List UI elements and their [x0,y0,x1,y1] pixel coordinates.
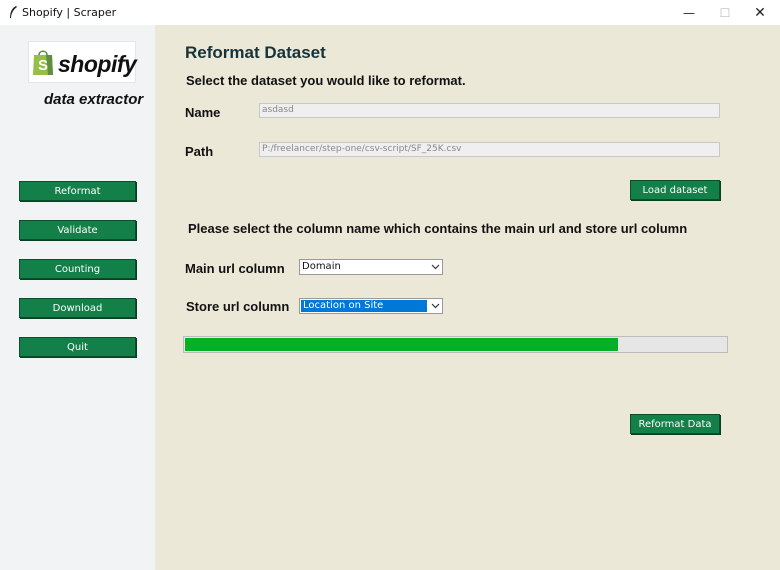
store-url-select[interactable]: Location on Site [299,298,443,314]
column-instruction: Please select the column name which cont… [188,221,688,236]
shopify-logo: S shopify [28,41,137,83]
store-url-label: Store url column [186,299,290,314]
store-url-value: Location on Site [301,300,427,312]
svg-text:S: S [38,57,48,74]
name-label: Name [185,105,221,120]
counting-button[interactable]: Counting [19,259,136,279]
page-title: Reformat Dataset [185,43,326,62]
logo-wordmark: shopify [58,51,137,77]
page-subtitle: Select the dataset you would like to ref… [186,73,466,88]
progress-bar [183,336,728,353]
reformat-data-button[interactable]: Reformat Data [630,414,720,434]
validate-button[interactable]: Validate [19,220,136,240]
minimize-button[interactable]: — [670,0,708,25]
feather-icon [10,6,17,18]
download-button[interactable]: Download [19,298,136,318]
name-field[interactable]: asdasd [259,103,720,118]
progress-fill [185,338,618,351]
shopify-bag-icon: S [33,50,53,75]
title-bar: Shopify | Scraper — ☐ ✕ [0,0,780,25]
chevron-down-icon [431,264,440,270]
main-url-select[interactable]: Domain [299,259,443,275]
path-field[interactable]: P:/freelancer/step-one/csv-script/SF_25K… [259,142,720,157]
sidebar: S shopify data extractor Reformat Valida… [0,25,155,570]
maximize-button[interactable]: ☐ [706,0,744,25]
main-url-label: Main url column [185,261,285,276]
chevron-down-icon [431,303,440,309]
reformat-button[interactable]: Reformat [19,181,136,201]
main-url-value: Domain [302,261,341,272]
load-dataset-button[interactable]: Load dataset [630,180,720,200]
main-panel: Reformat Dataset Select the dataset you … [155,25,780,570]
path-label: Path [185,144,214,159]
window-title: Shopify | Scraper [22,6,117,19]
close-button[interactable]: ✕ [741,0,779,25]
quit-button[interactable]: Quit [19,337,136,357]
app-tagline: data extractor [44,91,144,108]
